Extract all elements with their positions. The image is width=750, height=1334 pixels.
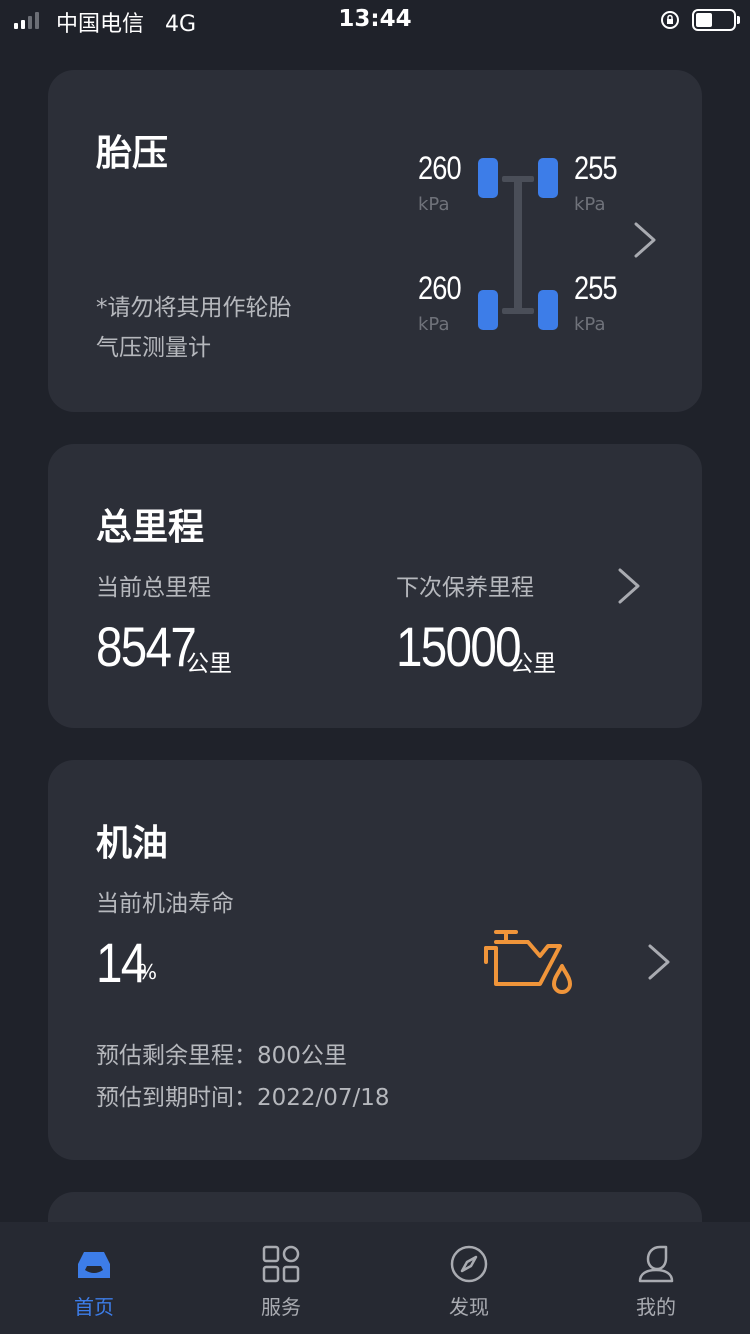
tab-discover[interactable]: 发现	[375, 1222, 563, 1334]
front-right-pressure: 255	[574, 150, 618, 186]
note-line-2: 气压测量计	[96, 335, 211, 361]
tab-me-label: 我的	[636, 1295, 676, 1319]
battery-icon	[692, 9, 740, 31]
grid-icon	[262, 1245, 300, 1283]
rear-left-unit: kPa	[418, 314, 450, 335]
next-service-unit: 公里	[510, 651, 556, 677]
mileage-card[interactable]: 总里程 当前总里程 8547 公里 下次保养里程 15000 公里	[48, 444, 702, 728]
rear-right-unit: kPa	[574, 314, 606, 335]
next-service-value: 15000	[396, 615, 522, 678]
tire-rear-right-icon	[538, 290, 558, 330]
front-right-unit: kPa	[574, 194, 606, 215]
oil-can-icon	[484, 930, 572, 994]
front-left-unit: kPa	[418, 194, 450, 215]
rotation-lock-icon	[661, 11, 679, 29]
clock: 13:44	[338, 6, 412, 32]
chevron-right-icon[interactable]	[646, 942, 672, 982]
status-bar: 中国电信 4G 13:44	[0, 0, 750, 40]
current-mileage-label: 当前总里程	[96, 575, 211, 601]
next-service-label: 下次保养里程	[396, 575, 534, 601]
chevron-right-icon[interactable]	[632, 220, 658, 260]
tire-pressure-note: *请勿将其用作轮胎 气压测量计	[96, 288, 326, 368]
note-line-1: *请勿将其用作轮胎	[96, 295, 292, 321]
tire-rear-left-icon	[478, 290, 498, 330]
chevron-right-icon[interactable]	[616, 566, 642, 606]
oil-title: 机油	[96, 823, 169, 864]
tire-pressure-title: 胎压	[96, 133, 169, 174]
mileage-title: 总里程	[96, 507, 205, 548]
person-icon	[638, 1245, 674, 1283]
tire-pressure-card[interactable]: 胎压 *请勿将其用作轮胎 气压测量计 260 kPa 255 kPa 260 k…	[48, 70, 702, 412]
tab-me[interactable]: 我的	[562, 1222, 750, 1334]
car-icon	[78, 1252, 110, 1278]
tab-home[interactable]: 首页	[0, 1222, 188, 1334]
tire-front-right-icon	[538, 158, 558, 198]
tab-service-label: 服务	[261, 1295, 301, 1319]
rear-left-pressure: 260	[418, 270, 462, 306]
current-mileage-unit: 公里	[186, 651, 232, 677]
oil-due-date: 预估到期时间：2022/07/18	[96, 1085, 390, 1111]
front-left-pressure: 260	[418, 150, 462, 186]
oil-life-label: 当前机油寿命	[96, 891, 234, 917]
tab-service[interactable]: 服务	[187, 1222, 375, 1334]
current-mileage-value: 8547	[96, 615, 197, 678]
rear-right-pressure: 255	[574, 270, 618, 306]
tab-home-label: 首页	[74, 1295, 114, 1319]
oil-card[interactable]: 机油 当前机油寿命 14 % 预估剩余里程：800公里 预估到期时间：2022/…	[48, 760, 702, 1160]
tab-discover-label: 发现	[449, 1295, 489, 1319]
tab-bar: 首页 服务 发现 我的	[0, 1222, 750, 1334]
oil-remaining-mileage: 预估剩余里程：800公里	[96, 1043, 347, 1069]
tire-front-left-icon	[478, 158, 498, 198]
compass-icon	[450, 1245, 488, 1283]
oil-life-unit: %	[138, 960, 158, 984]
